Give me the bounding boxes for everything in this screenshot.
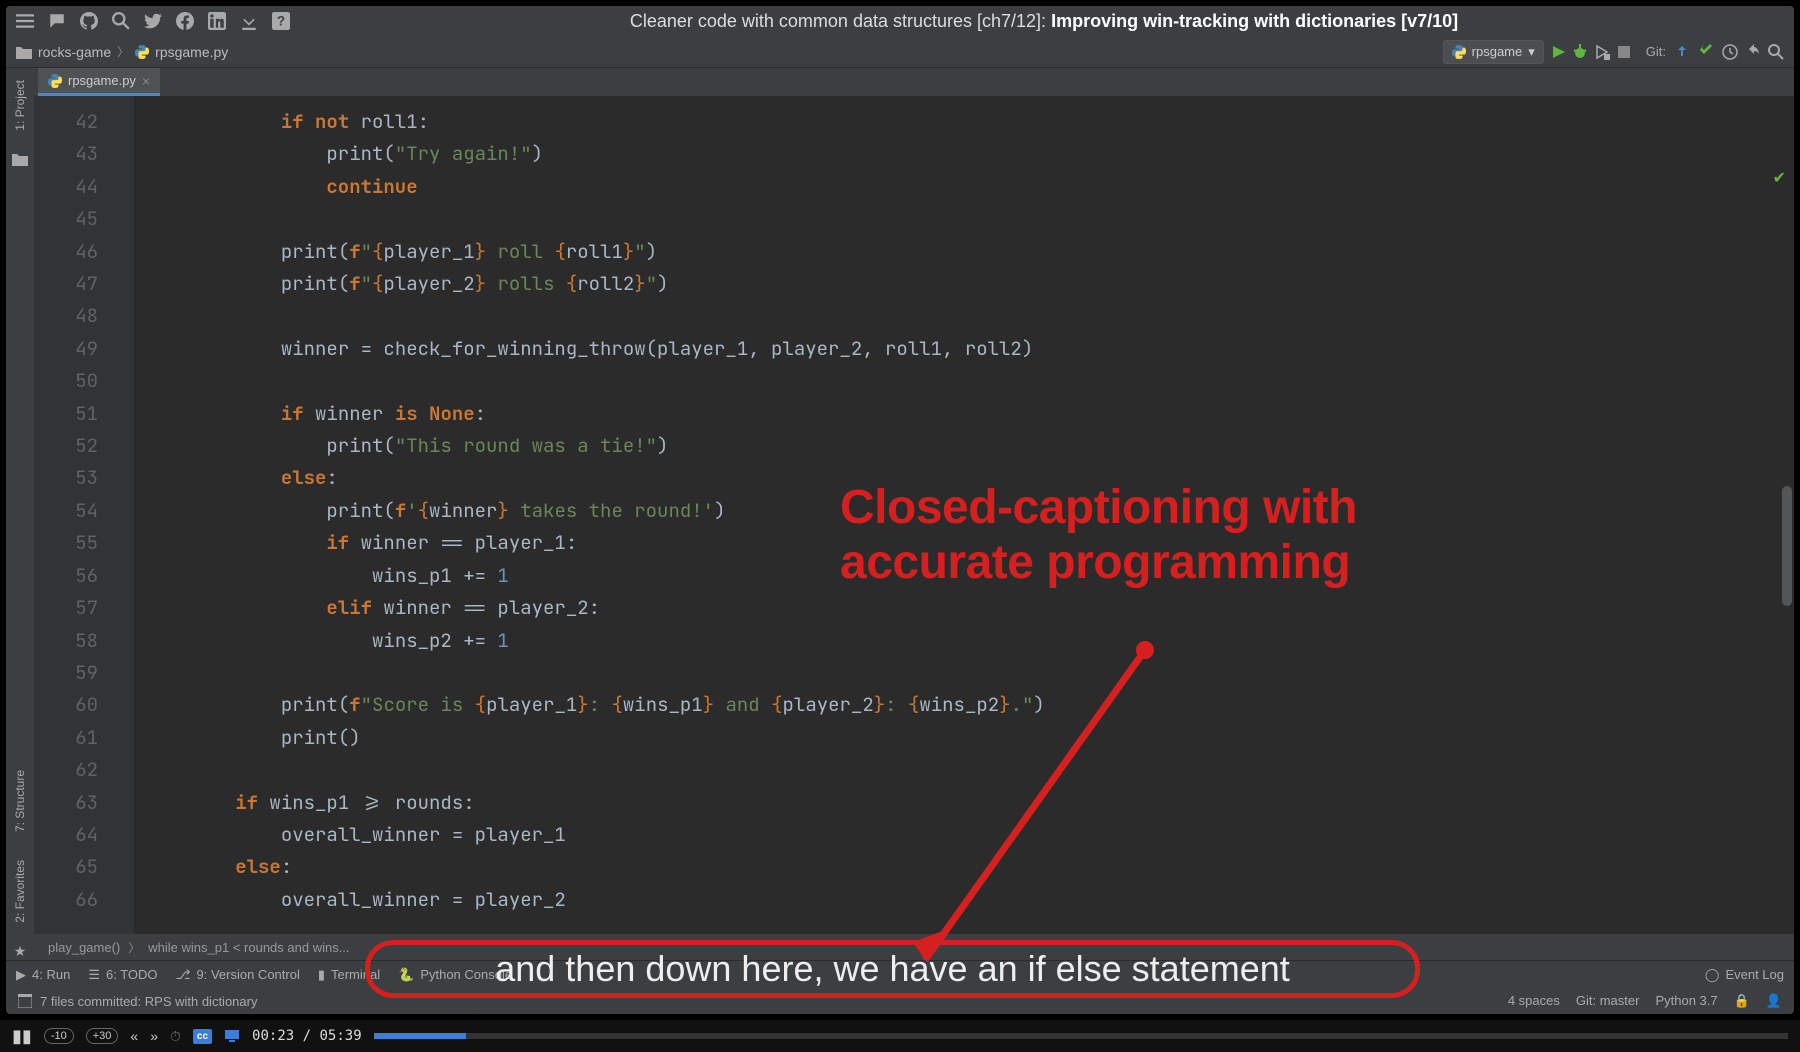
debug-icon[interactable] <box>1572 44 1588 60</box>
python-icon <box>48 74 62 88</box>
speed-button[interactable]: ⏱ <box>170 1028 181 1045</box>
git-label: Git: <box>1646 44 1666 59</box>
vcs-update-icon[interactable] <box>1674 44 1690 60</box>
search-icon[interactable] <box>112 12 130 30</box>
comments-icon[interactable] <box>48 12 66 30</box>
video-controls: ▮▮ -10 +30 « » ⏱ cc 00:23 / 05:39 <box>0 1020 1800 1052</box>
tool-vcs[interactable]: ⎇9: Version Control <box>176 967 300 983</box>
tab-rpsgame[interactable]: rpsgame.py × <box>38 68 160 96</box>
vcs-history-icon[interactable] <box>1722 44 1738 60</box>
play-pause-button[interactable]: ▮▮ <box>12 1026 32 1047</box>
window-title: Cleaner code with common data structures… <box>304 11 1784 32</box>
twitter-icon[interactable] <box>144 12 162 30</box>
interpreter-status[interactable]: Python 3.7 <box>1655 993 1717 1009</box>
close-tab-icon[interactable]: × <box>142 73 150 89</box>
monitor-icon[interactable] <box>224 1028 240 1044</box>
tool-project[interactable]: 1: Project <box>13 72 27 139</box>
python-icon <box>1452 45 1466 59</box>
download-icon[interactable] <box>240 12 258 30</box>
vcs-commit-icon[interactable] <box>1698 44 1714 60</box>
titlebar: ? Cleaner code with common data structur… <box>6 6 1794 36</box>
vcs-revert-icon[interactable] <box>1746 44 1762 60</box>
tool-run[interactable]: ▶4: Run <box>16 967 70 983</box>
window-icon[interactable] <box>18 994 32 1008</box>
folder-icon[interactable] <box>12 151 28 167</box>
github-icon[interactable] <box>80 12 98 30</box>
tool-todo[interactable]: ☰6: TODO <box>88 967 157 983</box>
scrollbar-thumb[interactable] <box>1782 486 1792 606</box>
jump-back-button[interactable]: -10 <box>44 1028 74 1044</box>
indent-status[interactable]: 4 spaces <box>1508 993 1560 1009</box>
chevron-icon: 〉 <box>128 939 140 956</box>
video-time: 00:23 / 05:39 <box>252 1028 362 1044</box>
tool-eventlog[interactable]: ◯Event Log <box>1705 967 1784 983</box>
editor-tabs: rpsgame.py × <box>34 68 1794 96</box>
tool-favorites[interactable]: 2: Favorites <box>13 852 27 931</box>
scrollbar[interactable] <box>1782 156 1792 934</box>
run-icon[interactable] <box>1550 44 1566 60</box>
git-branch-status[interactable]: Git: master <box>1576 993 1640 1009</box>
run-config-selector[interactable]: rpsgame ▾ <box>1443 40 1544 64</box>
jump-forward-button[interactable]: +30 <box>86 1028 119 1044</box>
chapter-prefix: Cleaner code with common data structures… <box>630 11 1051 31</box>
stop-icon[interactable] <box>1616 44 1632 60</box>
lock-icon[interactable]: 🔒 <box>1734 993 1750 1009</box>
left-tool-strip: 1: Project 7: Structure 2: Favorites ★ <box>6 68 34 960</box>
reader-icon[interactable]: 👤 <box>1766 993 1782 1009</box>
chevron-icon: 〉 <box>117 43 129 60</box>
next-button[interactable]: » <box>150 1028 158 1044</box>
commit-status: 7 files committed: RPS with dictionary <box>40 994 257 1009</box>
tab-label: rpsgame.py <box>68 73 136 88</box>
svg-text:?: ? <box>277 14 285 29</box>
progress-fill <box>374 1033 466 1039</box>
cc-button[interactable]: cc <box>193 1029 212 1044</box>
menu-icon[interactable] <box>16 12 34 30</box>
star-icon[interactable]: ★ <box>14 943 27 960</box>
nav-bar: rocks-game 〉 rpsgame.py rpsgame ▾ Git: <box>6 36 1794 68</box>
progress-bar[interactable] <box>374 1033 1788 1039</box>
prev-button[interactable]: « <box>130 1028 138 1044</box>
code-content[interactable]: if not roll1: print("Try again!") contin… <box>134 96 1794 934</box>
linkedin-icon[interactable] <box>208 12 226 30</box>
caption-highlight-box: and then down here, we have an if else s… <box>365 940 1420 998</box>
nav-file[interactable]: rpsgame.py <box>155 44 228 60</box>
folder-icon <box>16 45 32 59</box>
fold-gutter <box>116 96 134 934</box>
search-icon[interactable] <box>1768 44 1784 60</box>
code-editor[interactable]: 4243444546474849505152535455565758596061… <box>34 96 1794 934</box>
video-title: Improving win-tracking with dictionaries… <box>1051 11 1458 31</box>
line-numbers: 4243444546474849505152535455565758596061… <box>34 96 116 934</box>
closed-caption: and then down here, we have an if else s… <box>495 948 1290 990</box>
nav-folder[interactable]: rocks-game <box>38 44 111 60</box>
run-coverage-icon[interactable] <box>1594 44 1610 60</box>
chevron-down-icon: ▾ <box>1528 44 1535 60</box>
tool-structure[interactable]: 7: Structure <box>13 762 27 840</box>
help-icon[interactable]: ? <box>272 12 290 30</box>
facebook-icon[interactable] <box>176 12 194 30</box>
python-icon <box>135 45 149 59</box>
ide-window: ? Cleaner code with common data structur… <box>6 6 1794 1014</box>
